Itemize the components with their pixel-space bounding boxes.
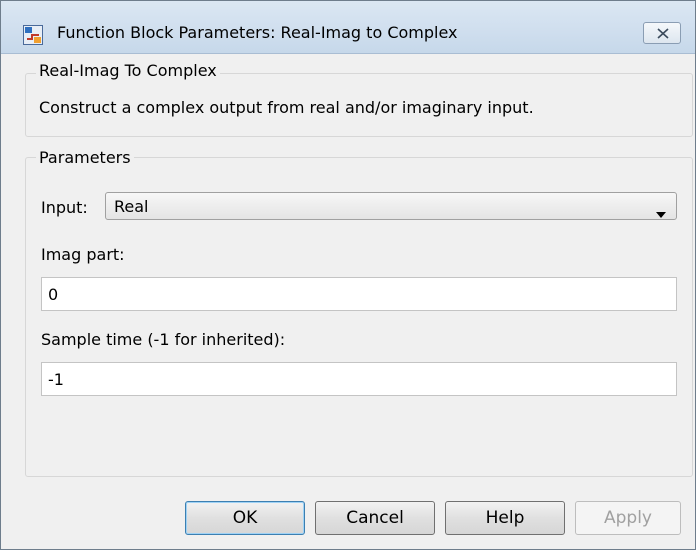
imag-part-label: Imag part: bbox=[41, 245, 125, 264]
block-description: Construct a complex output from real and… bbox=[39, 98, 534, 117]
block-name-label: Real-Imag To Complex bbox=[36, 61, 220, 80]
close-icon bbox=[657, 28, 669, 39]
input-selected-value: Real bbox=[114, 197, 149, 216]
close-button[interactable] bbox=[643, 22, 681, 44]
input-select[interactable]: Real bbox=[105, 192, 677, 220]
help-button[interactable]: Help bbox=[445, 501, 565, 535]
sample-time-field[interactable]: -1 bbox=[41, 362, 677, 396]
sample-time-label: Sample time (-1 for inherited): bbox=[41, 330, 286, 349]
parameters-label: Parameters bbox=[36, 148, 134, 167]
ok-button[interactable]: OK bbox=[185, 501, 305, 535]
window-title: Function Block Parameters: Real-Imag to … bbox=[57, 23, 458, 42]
chevron-down-icon bbox=[656, 203, 666, 222]
title-bar[interactable]: Function Block Parameters: Real-Imag to … bbox=[1, 1, 695, 54]
apply-button[interactable]: Apply bbox=[575, 501, 681, 535]
simulink-block-icon bbox=[23, 25, 43, 45]
dialog-window: Function Block Parameters: Real-Imag to … bbox=[0, 0, 696, 550]
sample-time-value: -1 bbox=[48, 370, 64, 389]
cancel-button[interactable]: Cancel bbox=[315, 501, 435, 535]
imag-part-field[interactable]: 0 bbox=[41, 277, 677, 311]
input-label: Input: bbox=[41, 198, 88, 217]
imag-part-value: 0 bbox=[48, 285, 59, 304]
